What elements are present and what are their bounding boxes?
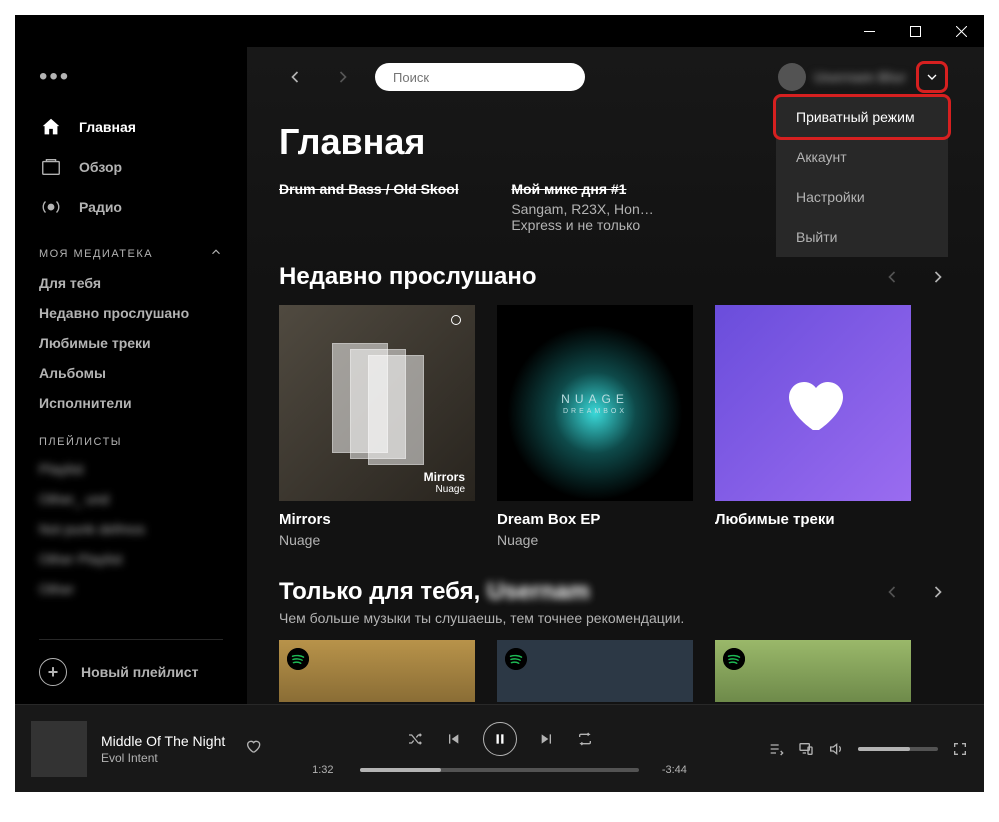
library-liked[interactable]: Любимые треки — [15, 328, 247, 358]
card-artist: Nuage — [497, 532, 693, 548]
menu-ellipsis-button[interactable]: ••• — [15, 55, 247, 107]
fullscreen-button[interactable] — [952, 741, 968, 757]
time-elapsed: 1:32 — [312, 764, 350, 776]
heart-icon — [777, 367, 849, 439]
carousel-prev-button[interactable] — [878, 578, 906, 606]
sidebar-divider — [39, 639, 223, 640]
clipped-card-sub: Express и не только — [511, 217, 719, 233]
player-bar: Middle Of The Night Evol Intent 1:32 -3:… — [15, 704, 984, 792]
library-albums[interactable]: Альбомы — [15, 358, 247, 388]
dropdown-private-mode[interactable]: Приватный режим — [773, 94, 951, 140]
user-name-label: Usernam Blur — [814, 69, 906, 85]
card-liked-tracks[interactable]: Любимые треки — [715, 305, 911, 548]
playlist-item[interactable]: Other Playlist — [15, 544, 247, 574]
card-title: Dream Box EP — [497, 511, 693, 528]
playlist-item[interactable]: Other — [15, 574, 247, 604]
user-menu-toggle[interactable] — [916, 61, 948, 93]
nav-home[interactable]: Главная — [15, 107, 247, 147]
for-you-card[interactable] — [497, 640, 693, 702]
search-input[interactable] — [385, 70, 577, 85]
devices-button[interactable] — [798, 741, 814, 757]
card-dreambox[interactable]: NUAGEDREAMBOX Dream Box EP Nuage — [497, 305, 693, 548]
new-playlist-button[interactable]: + Новый плейлист — [15, 648, 247, 696]
playlist-item[interactable]: Playlist — [15, 454, 247, 484]
playlist-item[interactable]: Not punk defmos — [15, 514, 247, 544]
window-minimize-button[interactable] — [846, 15, 892, 47]
plus-icon: + — [39, 658, 67, 686]
playlists-header: ПЛЕЙЛИСТЫ — [15, 418, 247, 454]
library-recent[interactable]: Недавно прослушано — [15, 298, 247, 328]
spotify-icon — [505, 648, 527, 670]
for-you-card[interactable] — [715, 640, 911, 702]
now-playing-title[interactable]: Middle Of The Night — [101, 733, 225, 749]
card-title: Любимые треки — [715, 511, 911, 528]
topbar: Usernam Blur Приватный режим Аккаунт Нас… — [247, 47, 984, 107]
for-you-card[interactable] — [279, 640, 475, 702]
liked-art — [715, 305, 911, 501]
album-art: MirrorsNuage — [279, 305, 475, 501]
progress-bar[interactable] — [360, 768, 639, 772]
album-art: NUAGEDREAMBOX — [497, 305, 693, 501]
library-collapse-icon[interactable] — [209, 245, 223, 262]
chevron-down-icon — [924, 69, 940, 85]
spotify-icon — [723, 648, 745, 670]
carousel-next-button[interactable] — [924, 263, 952, 291]
library-artists[interactable]: Исполнители — [15, 388, 247, 418]
prev-button[interactable] — [445, 731, 461, 747]
browse-icon — [39, 155, 63, 179]
user-dropdown: Приватный режим Аккаунт Настройки Выйти — [776, 97, 948, 257]
nav-forward-button[interactable] — [327, 61, 359, 93]
card-artist: Nuage — [279, 532, 475, 548]
titlebar — [15, 15, 984, 47]
shuffle-button[interactable] — [407, 731, 423, 747]
main-content: Usernam Blur Приватный режим Аккаунт Нас… — [247, 47, 984, 704]
library-for-you[interactable]: Для тебя — [15, 268, 247, 298]
nav-radio-label: Радио — [79, 199, 122, 215]
playlist-item[interactable]: Other_ und — [15, 484, 247, 514]
nav-browse[interactable]: Обзор — [15, 147, 247, 187]
nav-home-label: Главная — [79, 119, 136, 135]
radio-icon — [39, 195, 63, 219]
next-button[interactable] — [539, 731, 555, 747]
nav-radio[interactable]: Радио — [15, 187, 247, 227]
section-for-you-sub: Чем больше музыки ты слушаешь, тем точне… — [279, 610, 952, 626]
home-icon — [39, 115, 63, 139]
user-chip[interactable]: Usernam Blur — [778, 63, 906, 91]
carousel-next-button[interactable] — [924, 578, 952, 606]
clipped-card-title: Drum and Bass / Old Skool — [279, 181, 487, 197]
clipped-card-title: Мой микс дня #1 — [511, 181, 719, 197]
section-for-you-header: Только для тебя, Usernam — [279, 578, 590, 606]
volume-slider[interactable] — [858, 747, 938, 751]
nav-back-button[interactable] — [279, 61, 311, 93]
repeat-button[interactable] — [577, 731, 593, 747]
nav-browse-label: Обзор — [79, 159, 122, 175]
card-mirrors[interactable]: MirrorsNuage Mirrors Nuage — [279, 305, 475, 548]
play-pause-button[interactable] — [483, 722, 517, 756]
dropdown-settings[interactable]: Настройки — [776, 177, 948, 217]
sidebar: ••• Главная Обзор Радио МОЯ МЕДИАТЕКА Дл… — [15, 47, 247, 704]
library-header: МОЯ МЕДИАТЕКА — [15, 227, 247, 268]
now-playing-artist[interactable]: Evol Intent — [101, 751, 225, 765]
window-close-button[interactable] — [938, 15, 984, 47]
section-recent-header: Недавно прослушано — [279, 263, 536, 291]
search-field[interactable] — [375, 63, 585, 91]
carousel-prev-button[interactable] — [878, 263, 906, 291]
clipped-card-sub: Sangam, R23X, Hon… — [511, 201, 719, 217]
now-playing-art[interactable] — [31, 721, 87, 777]
like-button[interactable] — [245, 738, 261, 759]
time-remaining: -3:44 — [649, 764, 687, 776]
window-maximize-button[interactable] — [892, 15, 938, 47]
volume-button[interactable] — [828, 741, 844, 757]
dropdown-account[interactable]: Аккаунт — [776, 137, 948, 177]
spotify-icon — [287, 648, 309, 670]
queue-button[interactable] — [768, 741, 784, 757]
card-title: Mirrors — [279, 511, 475, 528]
avatar — [778, 63, 806, 91]
dropdown-logout[interactable]: Выйти — [776, 217, 948, 257]
